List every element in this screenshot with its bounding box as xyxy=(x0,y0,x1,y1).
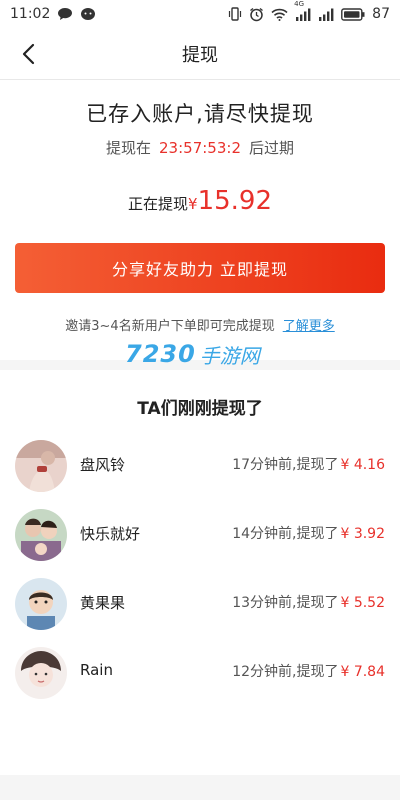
back-arrow-icon xyxy=(22,43,35,65)
status-bar-right: 4G 87 xyxy=(228,0,390,22)
withdraw-card: 已存入账户,请尽快提现 提现在 23:57:53:2 后过期 正在提现¥15.92 … xyxy=(0,80,400,360)
user-name: 盘风铃 xyxy=(80,456,126,474)
wechat-icon xyxy=(80,7,96,21)
battery-icon xyxy=(341,7,365,21)
withdraw-money: ¥ 7.84 xyxy=(340,664,385,680)
amount-row: 正在提现¥15.92 xyxy=(0,186,400,216)
withdraw-info: 17分钟前,提现了 ¥ 4.16 xyxy=(232,454,385,474)
list-item: 黄果果 13分钟前,提现了 ¥ 5.52 xyxy=(0,574,400,634)
list-item: 快乐就好 14分钟前,提现了 ¥ 3.92 xyxy=(0,505,400,565)
status-bar-left: 11:02 xyxy=(10,6,96,22)
avatar-photo-1 xyxy=(15,440,67,492)
avatar-photo-2 xyxy=(15,509,67,561)
user-name: 黄果果 xyxy=(80,594,126,612)
expire-prefix: 提现在 xyxy=(106,139,152,157)
withdraw-time: 13分钟前,提现了 xyxy=(232,595,339,611)
back-button[interactable] xyxy=(14,40,42,68)
wifi-icon xyxy=(271,8,288,21)
watermark-logo: 7230 手游网 xyxy=(125,338,260,370)
chat-bubble-icon xyxy=(57,7,73,21)
learn-more-link[interactable]: 了解更多 xyxy=(283,319,335,334)
countdown-timer: 23:57:53:2 xyxy=(159,139,241,157)
signal-icon-2 xyxy=(318,8,334,21)
network-type-label: 4G xyxy=(294,0,305,8)
withdraw-money: ¥ 5.52 xyxy=(340,595,385,611)
avatar-photo-4 xyxy=(15,647,67,699)
share-withdraw-button[interactable]: 分享好友助力 立即提现 xyxy=(15,243,385,293)
alarm-icon xyxy=(249,7,264,22)
watermark-number: 7230 xyxy=(125,340,196,368)
recent-withdrawals: TA们刚刚提现了 盘风铃 17分钟前,提现了 ¥ 4.16 快乐就好 14分钟前,… xyxy=(0,370,400,775)
withdraw-info: 13分钟前,提现了 ¥ 5.52 xyxy=(232,592,385,612)
signal-icon: 4G xyxy=(294,0,311,21)
vibrate-icon xyxy=(228,7,242,21)
battery-level: 87 xyxy=(372,6,390,22)
list-item: 盘风铃 17分钟前,提现了 ¥ 4.16 xyxy=(0,436,400,496)
invite-tip-text: 邀请3~4名新用户下单即可完成提现 xyxy=(65,319,275,334)
withdraw-info: 12分钟前,提现了 ¥ 7.84 xyxy=(232,661,385,681)
user-name: 快乐就好 xyxy=(80,525,141,543)
withdraw-time: 14分钟前,提现了 xyxy=(232,526,339,542)
navigation-bar: 提现 xyxy=(0,28,400,80)
withdraw-money: ¥ 3.92 xyxy=(340,526,385,542)
list-item: Rain 12分钟前,提现了 ¥ 7.84 xyxy=(0,643,400,703)
expire-row: 提现在 23:57:53:2 后过期 xyxy=(0,137,400,158)
expire-suffix: 后过期 xyxy=(248,139,294,157)
invite-tip: 邀请3~4名新用户下单即可完成提现 了解更多 xyxy=(0,315,400,334)
withdraw-headline: 已存入账户,请尽快提现 xyxy=(86,102,314,126)
amount-label: 正在提现 xyxy=(128,195,189,213)
status-time: 11:02 xyxy=(10,6,51,22)
bottom-strip xyxy=(0,775,400,800)
watermark-text: 手游网 xyxy=(199,343,260,368)
withdraw-info: 14分钟前,提现了 ¥ 3.92 xyxy=(232,523,385,543)
status-bar: 11:02 4G 87 xyxy=(0,0,400,28)
currency-symbol: ¥ xyxy=(188,195,198,213)
withdraw-time: 17分钟前,提现了 xyxy=(232,457,339,473)
page-title: 提现 xyxy=(182,44,218,66)
withdraw-amount: 15.92 xyxy=(197,186,272,216)
withdraw-time: 12分钟前,提现了 xyxy=(232,664,339,680)
avatar-photo-3 xyxy=(15,578,67,630)
recent-title: TA们刚刚提现了 xyxy=(137,399,263,419)
user-name: Rain xyxy=(80,661,113,679)
withdraw-money: ¥ 4.16 xyxy=(340,457,385,473)
